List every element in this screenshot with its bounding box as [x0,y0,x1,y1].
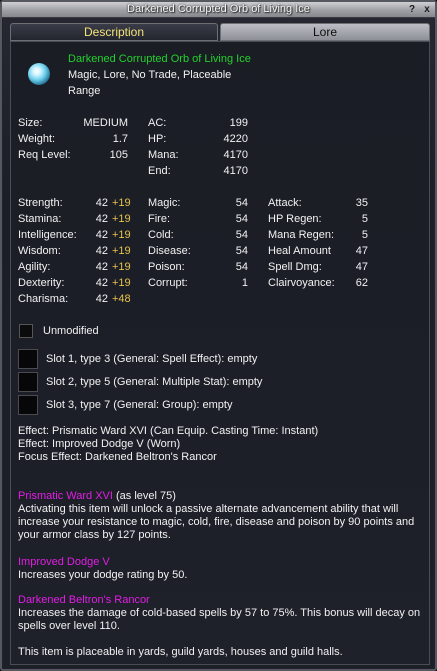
stat-heroic: +19 [112,213,131,225]
stat-label: Charisma: [18,293,69,305]
stat-heroic: +19 [112,261,131,273]
mod-label: Clairvoyance: [268,277,335,289]
rancor-description: Increases the damage of cold-based spell… [18,607,421,632]
rancor-title: Darkened Beltron's Rancor [18,594,150,606]
item-flags: Magic, Lore, No Trade, Placeable [68,69,232,81]
mod-label: Attack: [268,197,302,209]
mod-value: 35 [355,197,368,209]
ward-heading: Prismatic Ward XVI (as level 75) [18,490,176,502]
req-level-label: Req Level: [18,149,71,161]
mod-value: 5 [361,213,368,225]
stat-value: 42 [95,197,108,209]
augment-slot-1[interactable] [18,349,38,369]
stat-value: 42 [95,277,108,289]
mana-value: 4170 [223,149,248,161]
mana-label: Mana: [148,149,179,161]
ac-label: AC: [148,117,167,129]
tab-lore[interactable]: Lore [220,23,430,41]
mod-label: Mana Regen: [268,229,335,241]
mod-value: 47 [355,245,368,257]
resist-label: Corrupt: [148,277,188,289]
end-label: End: [148,165,171,177]
effect-line: Effect: Prismatic Ward XVI (Can Equip. C… [18,425,319,437]
tab-description[interactable]: Description [10,23,218,41]
mod-label: Spell Dmg: [268,261,322,273]
weight-label: Weight: [18,133,56,145]
mod-value: 47 [355,261,368,273]
effect-line: Focus Effect: Darkened Beltron's Rancor [18,451,217,463]
stat-heroic: +19 [112,197,131,209]
resist-value: 54 [235,197,248,209]
resist-value: 54 [235,261,248,273]
size-label: Size: [18,117,43,129]
dodge-description: Increases your dodge rating by 50. [18,569,188,581]
stat-value: 42 [95,261,108,273]
augment-slot-3[interactable] [18,395,38,415]
stat-label: Strength: [18,197,63,209]
ward-description: Activating this item will unlock a passi… [18,503,415,541]
stat-label: Dexterity: [18,277,65,289]
augment-slot-text: Slot 1, type 3 (General: Spell Effect): … [46,353,258,365]
close-button[interactable]: x [421,4,433,15]
stat-heroic: +19 [112,229,131,241]
resist-label: Cold: [148,229,174,241]
resist-label: Disease: [148,245,191,257]
resist-value: 54 [235,229,248,241]
end-value: 4170 [223,165,248,177]
title-bar[interactable]: Darkened Corrupted Orb of Living Ice ? x [2,2,435,18]
augment-slot-text: Slot 2, type 5 (General: Multiple Stat):… [46,376,263,388]
req-level-value: 105 [109,149,128,161]
ward-title: Prismatic Ward XVI [18,490,113,502]
ac-value: 199 [229,117,248,129]
resist-value: 54 [235,213,248,225]
unmodified-label: Unmodified [43,325,99,337]
hp-value: 4220 [223,133,248,145]
item-flags-range: Range [68,85,101,97]
resist-label: Magic: [148,197,181,209]
stat-heroic: +48 [112,293,131,305]
stat-heroic: +19 [112,245,131,257]
hp-label: HP: [148,133,167,145]
augment-slot-2[interactable] [18,372,38,392]
stat-value: 42 [95,213,108,225]
mod-value: 5 [361,229,368,241]
stat-label: Agility: [18,261,51,273]
item-name: Darkened Corrupted Orb of Living Ice [68,53,251,65]
stat-label: Wisdom: [18,245,61,257]
ice-orb-icon [28,63,50,85]
ward-level: (as level 75) [112,490,176,502]
resist-value: 54 [235,245,248,257]
stat-value: 42 [95,229,108,241]
weight-value: 1.7 [112,133,128,145]
mod-label: Heal Amount [268,245,331,257]
dodge-title: Improved Dodge V [18,556,110,568]
stat-label: Stamina: [18,213,62,225]
stat-value: 42 [95,293,108,305]
stat-heroic: +19 [112,277,131,289]
resist-label: Fire: [148,213,170,225]
mod-value: 62 [355,277,368,289]
effect-line: Effect: Improved Dodge V (Worn) [18,438,181,450]
size-value: MEDIUM [83,117,128,129]
stat-value: 42 [95,245,108,257]
unmodified-checkbox[interactable] [19,324,33,338]
placeable-note: This item is placeable in yards, guild y… [18,646,343,658]
tab-bar: Description Lore [10,23,430,41]
stat-label: Intelligence: [18,229,77,241]
help-button[interactable]: ? [406,4,418,15]
window-title: Darkened Corrupted Orb of Living Ice [127,3,310,15]
resist-label: Poison: [148,261,185,273]
resist-value: 1 [241,277,248,289]
augment-slot-text: Slot 3, type 7 (General: Group): empty [46,399,233,411]
mod-label: HP Regen: [268,213,322,225]
